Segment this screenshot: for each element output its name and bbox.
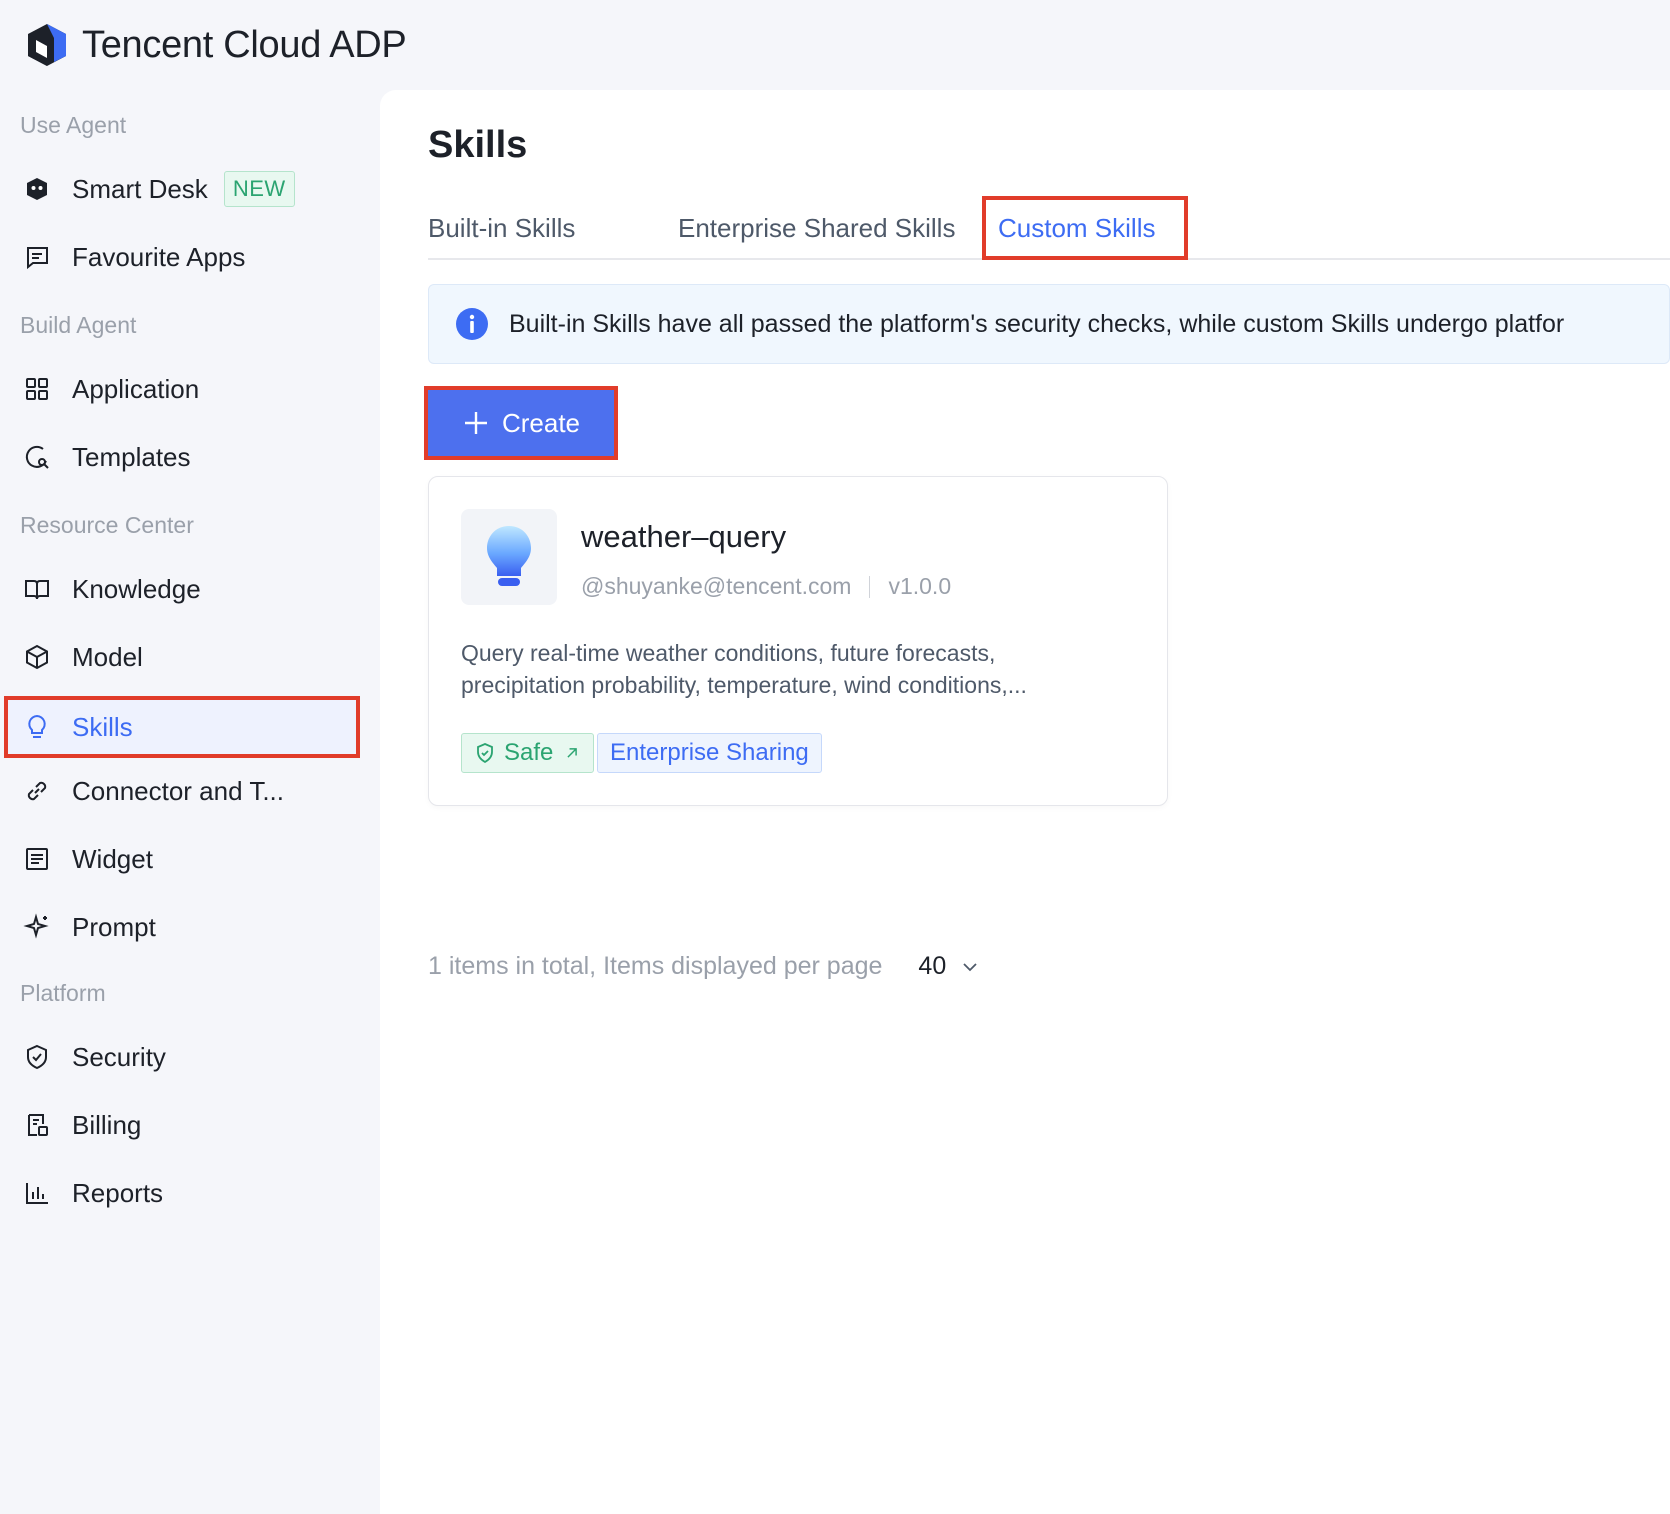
sidebar-item-label: Knowledge [72,573,201,604]
chat-icon [22,242,52,272]
notice-text: Built-in Skills have all passed the plat… [509,309,1565,338]
skill-meta: @shuyanke@tencent.com v1.0.0 [581,573,951,600]
section-label-use-agent: Use Agent [20,112,127,138]
chart-icon [22,1178,52,1208]
sidebar-item-label: Favourite Apps [72,241,246,272]
sidebar-item-prompt[interactable]: Prompt [4,896,360,958]
safe-tag[interactable]: Safe [461,733,595,773]
external-link-icon [567,748,578,758]
sidebar-item-label: Smart Desk [72,173,208,204]
skill-version: v1.0.0 [888,573,952,599]
sidebar-item-reports[interactable]: Reports [4,1162,360,1224]
template-icon [22,442,52,472]
sidebar-item-connector[interactable]: Connector and T... [4,760,360,822]
page-size-value: 40 [918,952,947,980]
shield-icon [22,1042,52,1072]
sidebar-item-label: Application [72,373,200,404]
pagination-summary: 1 items in total, Items displayed per pa… [428,952,883,980]
tab-enterprise-shared-skills[interactable]: Enterprise Shared Skills [662,196,971,260]
skill-title: weather–query [581,519,787,554]
sidebar-item-templates[interactable]: Templates [4,426,360,488]
meta-divider [869,575,871,598]
safe-tag-label: Safe [504,739,554,766]
sidebar-item-application[interactable]: Application [4,358,360,420]
top-bar: Tencent Cloud ADP [0,0,1670,90]
skill-description-line: precipitation probability, temperature, … [461,672,1027,698]
pagination: 1 items in total, Items displayed per pa… [428,952,980,981]
sidebar-item-knowledge[interactable]: Knowledge [4,558,360,620]
sidebar-item-smart-desk[interactable]: Smart Desk NEW [4,158,360,220]
grid-icon [22,374,52,404]
skill-description: Query real-time weather conditions, futu… [461,637,1141,701]
sidebar-item-label: Reports [72,1177,164,1208]
info-icon [456,308,488,340]
bulb-icon [22,712,52,742]
create-button-label: Create [501,407,581,438]
book-icon [22,574,52,604]
bulb-icon [487,526,531,586]
sidebar: Use Agent Smart Desk NEW Favourite Apps … [0,90,380,1514]
sparkle-icon [22,912,52,942]
robot-icon [22,174,52,204]
sidebar-item-model[interactable]: Model [4,626,360,688]
section-label-resource-center: Resource Center [20,512,194,538]
sidebar-item-label: Security [72,1041,166,1072]
shield-check-icon [477,743,493,764]
billing-icon [22,1110,52,1140]
sidebar-item-label: Widget [72,843,153,874]
skill-author: @shuyanke@tencent.com [581,573,852,599]
sidebar-item-label: Model [72,641,143,672]
skill-card[interactable]: weather–query @shuyanke@tencent.com v1.0… [428,476,1168,806]
tab-custom-skills[interactable]: Custom Skills [982,196,1188,260]
sidebar-item-label: Connector and T... [72,775,284,806]
sidebar-item-favourite-apps[interactable]: Favourite Apps [4,226,360,288]
enterprise-sharing-tag: Enterprise Sharing [597,733,822,773]
new-badge: NEW [223,171,295,207]
cube-icon [22,642,52,672]
skill-description-line: Query real-time weather conditions, futu… [461,640,996,666]
sidebar-item-label: Skills [72,711,133,742]
link-icon [22,776,52,806]
security-notice: Built-in Skills have all passed the plat… [428,284,1670,364]
widget-icon [22,844,52,874]
sidebar-item-widget[interactable]: Widget [4,828,360,890]
section-label-build-agent: Build Agent [20,312,137,338]
main-panel: Skills Built-in Skills Enterprise Shared… [380,90,1670,1514]
sidebar-item-billing[interactable]: Billing [4,1094,360,1156]
page-title: Skills [428,124,528,166]
sidebar-item-skills[interactable]: Skills [4,696,360,758]
tencent-cloud-logo-icon[interactable] [24,22,70,68]
create-button[interactable]: Create [424,386,618,460]
sidebar-item-label: Templates [72,441,191,472]
skill-avatar [461,509,557,605]
section-label-platform: Platform [20,980,106,1006]
sidebar-item-security[interactable]: Security [4,1026,360,1088]
page-size-select[interactable]: 40 [918,952,980,981]
sidebar-item-label: Billing [72,1109,142,1140]
brand-name: Tencent Cloud ADP [82,23,407,66]
plus-icon [464,412,487,434]
chevron-down-icon [963,962,977,971]
tab-built-in-skills[interactable]: Built-in Skills [412,196,591,260]
skills-tabs: Built-in Skills Enterprise Shared Skills… [428,196,1670,260]
sidebar-item-label: Prompt [72,911,156,942]
